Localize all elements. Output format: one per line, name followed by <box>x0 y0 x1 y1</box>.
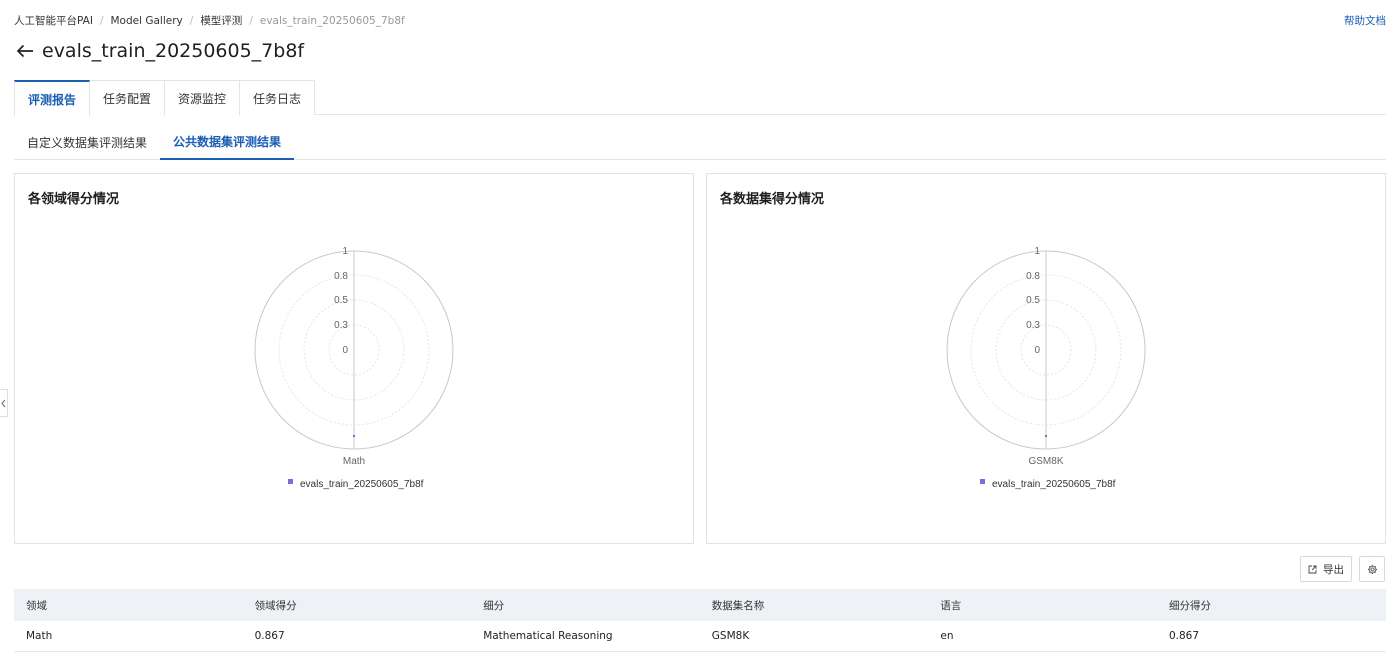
sub-tabs: 自定义数据集评测结果 公共数据集评测结果 <box>14 124 1386 160</box>
external-link-icon <box>1308 565 1317 573</box>
column-header-language: 语言 <box>940 599 962 612</box>
column-header-dataset-name: 数据集名称 <box>711 599 765 612</box>
legend-swatch <box>980 479 985 484</box>
tab-eval-report[interactable]: 评测报告 <box>14 80 91 116</box>
tab-resource-monitor[interactable]: 资源监控 <box>165 80 241 115</box>
export-label: 导出 <box>1323 563 1344 576</box>
breadcrumb-item-pai[interactable]: 人工智能平台PAI <box>14 13 93 28</box>
dataset-score-panel: 各数据集得分情况 1 0.8 0.5 0.3 0 GSM8K evals_tra… <box>706 173 1386 544</box>
column-header-domain-score: 领域得分 <box>254 599 297 612</box>
legend-label[interactable]: evals_train_20250605_7b8f <box>992 479 1116 490</box>
radar-tick-label: 0.5 <box>334 295 348 306</box>
back-arrow-icon[interactable] <box>14 40 36 62</box>
radar-tick-label: 1 <box>342 246 348 257</box>
radar-tick-label: 0 <box>342 345 348 356</box>
table-cell: 0.867 <box>254 630 285 642</box>
settings-button[interactable] <box>1359 556 1385 582</box>
radar-data-point[interactable] <box>1044 434 1048 438</box>
breadcrumb: 人工智能平台PAI / Model Gallery / 模型评测 / evals… <box>14 13 405 28</box>
radar-category-label: Math <box>343 456 365 467</box>
help-docs-link[interactable]: 帮助文档 <box>1344 13 1386 28</box>
export-button[interactable]: 导出 <box>1300 556 1352 582</box>
results-table: 领域 领域得分 细分 数据集名称 语言 细分得分 Math 0.867 Math… <box>14 589 1386 652</box>
radar-tick-label: 0.3 <box>334 320 348 331</box>
tab-task-config[interactable]: 任务配置 <box>90 80 166 115</box>
domain-score-panel: 各领域得分情况 1 0.8 0.5 0.3 0 Math evals_train… <box>14 173 694 544</box>
dataset-radar-chart: 1 0.8 0.5 0.3 0 GSM8K evals_train_202506… <box>946 246 1146 490</box>
radar-category-label: GSM8K <box>1028 456 1063 467</box>
breadcrumb-separator: / <box>249 14 253 27</box>
breadcrumb-item-model-eval[interactable]: 模型评测 <box>200 13 242 28</box>
breadcrumb-item-model-gallery[interactable]: Model Gallery <box>111 15 183 27</box>
radar-tick-label: 0.8 <box>1026 271 1040 282</box>
table-header: 领域 领域得分 细分 数据集名称 语言 细分得分 <box>14 589 1386 621</box>
table-row: Math 0.867 Mathematical Reasoning GSM8K … <box>14 621 1386 652</box>
legend-label[interactable]: evals_train_20250605_7b8f <box>300 479 424 490</box>
subtab-custom-dataset-results[interactable]: 自定义数据集评测结果 <box>14 124 160 160</box>
radar-tick-label: 0.3 <box>1026 320 1040 331</box>
column-header-subcategory: 细分 <box>483 599 505 612</box>
table-cell: GSM8K <box>711 630 750 642</box>
column-header-subcategory-score: 细分得分 <box>1168 599 1211 612</box>
breadcrumb-separator: / <box>99 14 104 27</box>
table-cell: 0.867 <box>1168 630 1200 642</box>
title-row: evals_train_20250605_7b8f <box>14 40 304 62</box>
radar-tick-label: 0.8 <box>334 271 348 282</box>
radar-tick-label: 1 <box>1034 246 1040 257</box>
gear-icon <box>1367 564 1377 574</box>
subtab-public-dataset-results[interactable]: 公共数据集评测结果 <box>160 124 295 160</box>
column-header-domain: 领域 <box>26 599 47 612</box>
breadcrumb-separator: / <box>189 14 194 27</box>
radar-tick-label: 0 <box>1034 345 1040 356</box>
page-title: evals_train_20250605_7b8f <box>42 40 305 62</box>
radar-data-point[interactable] <box>352 434 356 438</box>
tab-task-log[interactable]: 任务日志 <box>240 80 316 115</box>
table-cell: en <box>940 630 954 642</box>
legend-swatch <box>288 479 293 484</box>
chevron-left-icon <box>1 399 6 407</box>
table-cell: Math <box>26 630 53 642</box>
table-cell: Mathematical Reasoning <box>483 630 613 642</box>
radar-tick-label: 0.5 <box>1026 295 1040 306</box>
breadcrumb-current: evals_train_20250605_7b8f <box>259 14 405 27</box>
sidebar-collapse-handle[interactable] <box>0 389 8 417</box>
main-tabs: 评测报告 任务配置 资源监控 任务日志 <box>14 80 1386 116</box>
domain-radar-chart: 1 0.8 0.5 0.3 0 Math evals_train_2025060… <box>254 246 454 490</box>
